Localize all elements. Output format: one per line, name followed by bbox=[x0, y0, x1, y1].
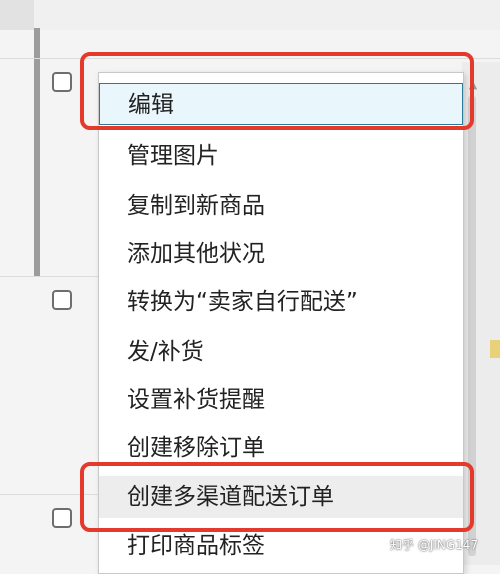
row-selection-bar bbox=[34, 28, 40, 276]
watermark: 知乎 @JING147 bbox=[390, 538, 479, 552]
menu-item-copy-to-new-product[interactable]: 复制到新商品 bbox=[99, 185, 463, 227]
highlight-box-multichannel bbox=[80, 462, 474, 532]
row-checkbox[interactable] bbox=[52, 508, 72, 528]
row-checkbox[interactable] bbox=[52, 290, 72, 310]
table-header-band bbox=[0, 0, 500, 30]
row-checkbox[interactable] bbox=[52, 72, 72, 92]
highlight-box-edit bbox=[80, 52, 474, 130]
side-marker bbox=[490, 340, 500, 358]
menu-item-send-replenish[interactable]: 发/补货 bbox=[99, 331, 463, 373]
menu-item-set-restock-reminder[interactable]: 设置补货提醒 bbox=[99, 379, 463, 421]
header-cell bbox=[0, 0, 34, 30]
menu-item-manage-images[interactable]: 管理图片 bbox=[99, 135, 463, 177]
menu-item-add-other-condition[interactable]: 添加其他状况 bbox=[99, 233, 463, 275]
menu-item-convert-to-merchant-fulfilled[interactable]: 转换为“卖家自行配送” bbox=[99, 281, 463, 323]
